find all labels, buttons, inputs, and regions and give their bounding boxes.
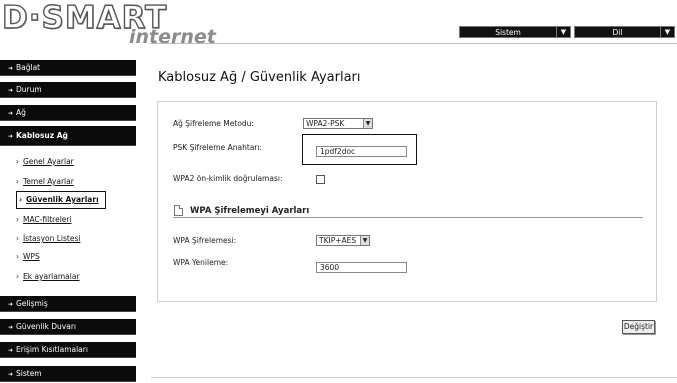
sidebar-subitem-wps[interactable]: › WPS bbox=[16, 252, 40, 262]
wpa-renewal-label: WPA Yenileme: bbox=[173, 258, 229, 267]
sidebar-subitem-security[interactable]: › Güvenlik Ayarları bbox=[16, 191, 106, 209]
sidebar-subitem-label: WPS bbox=[23, 252, 40, 261]
arrow-right-icon: ➜ bbox=[8, 324, 14, 331]
sidebar-item-label: Ağ bbox=[16, 108, 26, 117]
sidebar-item-label: Erişim Kısıtlamaları bbox=[16, 345, 88, 354]
sidebar-subitem-extra[interactable]: › Ek ayarlamalar bbox=[16, 272, 80, 282]
language-select-value: Dil bbox=[612, 28, 623, 37]
sidebar-item-status[interactable]: ➜ Durum bbox=[0, 82, 136, 98]
sidebar-subitem-label: MAC-filtreleri bbox=[23, 215, 72, 224]
sidebar-subitem-label: Genel Ayarlar bbox=[23, 157, 74, 166]
encryption-method-select[interactable]: WPA2-PSK ▼ bbox=[303, 118, 373, 129]
chevron-down-icon: ▼ bbox=[363, 119, 372, 128]
arrow-right-icon: ➜ bbox=[8, 347, 14, 354]
arrow-right-icon: ➜ bbox=[8, 87, 14, 94]
settings-panel bbox=[157, 101, 657, 302]
logo-sub-text: internet bbox=[129, 26, 216, 48]
header-divider bbox=[151, 43, 677, 44]
preauth-checkbox[interactable] bbox=[316, 175, 325, 184]
change-button[interactable]: Değiştir bbox=[622, 320, 655, 334]
preauth-label: WPA2 ön-kimlik doğrulaması: bbox=[173, 174, 283, 183]
sidebar-item-wireless[interactable]: ➜ Kablosuz Ağ bbox=[0, 126, 136, 146]
psk-key-label: PSK Şifreleme Anahtarı: bbox=[173, 143, 263, 152]
arrow-right-icon: ➜ bbox=[8, 65, 14, 72]
sidebar-subitem-station-list[interactable]: › İstasyon Listesi bbox=[16, 234, 80, 244]
language-select[interactable]: Dil ▼ bbox=[574, 26, 675, 38]
wpa-encryption-label: WPA Şifrelemesi: bbox=[173, 236, 237, 245]
system-select-value: Sistem bbox=[495, 28, 521, 37]
sidebar-item-firewall[interactable]: ➜ Güvenlik Duvarı bbox=[0, 319, 136, 335]
chevron-down-icon: ▼ bbox=[660, 27, 674, 37]
sidebar-item-label: Bağlat bbox=[16, 63, 41, 72]
sidebar-subitem-basic[interactable]: › Temel Ayarlar bbox=[16, 177, 74, 187]
section-title: WPA Şifrelemeyi Ayarları bbox=[190, 206, 310, 216]
encryption-method-value: WPA2-PSK bbox=[306, 119, 345, 128]
footer-divider bbox=[151, 377, 677, 378]
psk-key-input[interactable]: 1pdf2doc bbox=[316, 146, 407, 157]
wpa-encryption-value: TKIP+AES bbox=[319, 236, 357, 245]
sidebar-item-advanced[interactable]: ➜ Gelişmiş bbox=[0, 296, 136, 312]
sidebar-item-label: Kablosuz Ağ bbox=[16, 131, 68, 140]
sidebar-item-access-restrictions[interactable]: ➜ Erişim Kısıtlamaları bbox=[0, 342, 136, 358]
sidebar-item-network[interactable]: ➜ Ağ bbox=[0, 105, 136, 121]
sidebar-subitem-label: Ek ayarlamalar bbox=[23, 272, 80, 281]
dsmart-logo: D·SMART internet bbox=[1, 1, 222, 48]
page-title: Kablosuz Ağ / Güvenlik Ayarları bbox=[158, 70, 361, 85]
arrow-right-icon: ➜ bbox=[8, 371, 14, 378]
section-divider bbox=[173, 217, 643, 218]
arrow-right-icon: ➜ bbox=[8, 110, 14, 117]
sidebar-subitem-label: Güvenlik Ayarları bbox=[26, 195, 99, 204]
encryption-method-label: Ağ Şifreleme Metodu: bbox=[173, 119, 254, 128]
sidebar-item-label: Sistem bbox=[16, 369, 42, 378]
chevron-down-icon: ▼ bbox=[360, 236, 369, 245]
arrow-right-icon: ➜ bbox=[8, 133, 14, 140]
sidebar-item-system[interactable]: ➜ Sistem bbox=[0, 366, 136, 382]
sidebar-item-connect[interactable]: ➜ Bağlat bbox=[0, 60, 136, 76]
sidebar-subitem-general[interactable]: › Genel Ayarlar bbox=[16, 157, 74, 167]
wpa-renewal-input[interactable]: 3600 bbox=[316, 262, 407, 273]
sidebar-item-label: Güvenlik Duvarı bbox=[16, 322, 76, 331]
sidebar-subitem-label: İstasyon Listesi bbox=[23, 234, 81, 243]
chevron-down-icon: ▼ bbox=[556, 27, 570, 37]
sidebar-subitem-mac-filters[interactable]: › MAC-filtreleri bbox=[16, 215, 72, 225]
sidebar-item-label: Durum bbox=[16, 85, 42, 94]
system-select[interactable]: Sistem ▼ bbox=[459, 26, 571, 38]
sidebar-subitem-label: Temel Ayarlar bbox=[23, 177, 74, 186]
document-icon bbox=[174, 205, 183, 216]
wpa-encryption-select[interactable]: TKIP+AES ▼ bbox=[316, 235, 370, 246]
arrow-right-icon: ➜ bbox=[8, 301, 14, 308]
sidebar-item-label: Gelişmiş bbox=[16, 299, 48, 308]
